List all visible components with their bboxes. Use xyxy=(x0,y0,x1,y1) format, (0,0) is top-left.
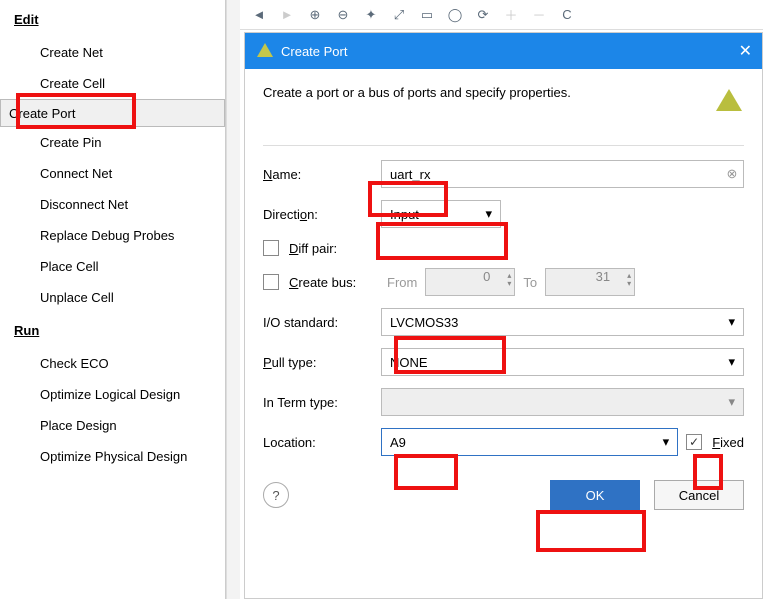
direction-select[interactable]: Input ▾ xyxy=(381,200,501,228)
fixed-checkbox[interactable] xyxy=(686,434,702,450)
fixed-label: Fixed xyxy=(712,435,744,450)
menu-create-net[interactable]: Create Net xyxy=(0,37,225,68)
bus-from-input[interactable]: 0▴▾ xyxy=(425,268,515,296)
chevron-down-icon: ▾ xyxy=(728,314,735,330)
close-icon[interactable]: ✕ xyxy=(739,41,752,61)
io-standard-value: LVCMOS33 xyxy=(390,315,458,330)
location-value: A9 xyxy=(390,435,406,450)
dialog-titlebar[interactable]: Create Port ✕ xyxy=(245,33,762,69)
section-run: Run Check ECO Optimize Logical Design Pl… xyxy=(0,317,225,476)
refresh-icon[interactable]: ⟳ xyxy=(474,6,492,24)
forward-icon[interactable]: ► xyxy=(278,6,296,24)
dialog-description: Create a port or a bus of ports and spec… xyxy=(263,85,571,100)
menu-check-eco[interactable]: Check ECO xyxy=(0,348,225,379)
menu-create-port[interactable]: Create Port xyxy=(0,99,225,127)
menu-place-design[interactable]: Place Design xyxy=(0,410,225,441)
in-term-type-label: In Term type: xyxy=(263,395,381,410)
pull-type-value: NONE xyxy=(390,355,428,370)
select-icon[interactable]: ▭ xyxy=(418,6,436,24)
zoom-in-icon[interactable]: ⊕ xyxy=(306,6,324,24)
create-bus-label: Create bus: xyxy=(289,275,387,290)
chevron-down-icon: ▾ xyxy=(485,206,492,222)
remove-icon[interactable]: － xyxy=(530,6,548,24)
menu-create-cell[interactable]: Create Cell xyxy=(0,68,225,99)
menu-optimize-physical-design[interactable]: Optimize Physical Design xyxy=(0,441,225,472)
diff-pair-label: Diff pair: xyxy=(289,241,337,256)
add-icon[interactable]: ＋ xyxy=(502,6,520,24)
back-icon[interactable]: ◄ xyxy=(250,6,268,24)
sidebar: Edit Create Net Create Cell Create Port … xyxy=(0,0,226,599)
section-header-edit: Edit xyxy=(0,6,225,33)
in-term-type-select[interactable]: ▾ xyxy=(381,388,744,416)
reload-icon[interactable]: C xyxy=(558,6,576,24)
menu-create-pin[interactable]: Create Pin xyxy=(0,127,225,158)
dialog-logo-icon xyxy=(257,43,273,59)
bus-to-input[interactable]: 31▴▾ xyxy=(545,268,635,296)
pull-type-label: Pull type: xyxy=(263,355,381,370)
direction-value: Input xyxy=(390,207,419,222)
chevron-down-icon: ▾ xyxy=(663,434,670,450)
from-label: From xyxy=(387,275,417,290)
clear-name-icon[interactable]: ⊗ xyxy=(721,166,743,182)
menu-replace-debug-probes[interactable]: Replace Debug Probes xyxy=(0,220,225,251)
zoom-out-icon[interactable]: ⊖ xyxy=(334,6,352,24)
create-bus-checkbox[interactable] xyxy=(263,274,279,290)
menu-unplace-cell[interactable]: Unplace Cell xyxy=(0,282,225,313)
sidebar-scrollbar[interactable] xyxy=(226,0,240,599)
section-header-run: Run xyxy=(0,317,225,344)
chevron-down-icon: ▾ xyxy=(728,354,735,370)
main-pane: ◄ ► ⊕ ⊖ ✦ ⤢ ▭ ◯ ⟳ ＋ － C Create Port ✕ Cr… xyxy=(240,0,763,599)
ok-button[interactable]: OK xyxy=(550,480,640,510)
dialog-title-text: Create Port xyxy=(281,44,347,59)
menu-place-cell[interactable]: Place Cell xyxy=(0,251,225,282)
help-button[interactable]: ? xyxy=(263,482,289,508)
menu-disconnect-net[interactable]: Disconnect Net xyxy=(0,189,225,220)
io-standard-select[interactable]: LVCMOS33 ▾ xyxy=(381,308,744,336)
location-label: Location: xyxy=(263,435,381,450)
fit-icon[interactable]: ✦ xyxy=(362,6,380,24)
name-input-wrapper: ⊗ xyxy=(381,160,744,188)
name-label: Name: xyxy=(263,167,381,182)
brand-icon xyxy=(714,85,744,115)
chevron-down-icon: ▾ xyxy=(728,394,735,410)
pull-type-select[interactable]: NONE ▾ xyxy=(381,348,744,376)
menu-optimize-logical-design[interactable]: Optimize Logical Design xyxy=(0,379,225,410)
target-icon[interactable]: ◯ xyxy=(446,6,464,24)
create-port-dialog: Create Port ✕ Create a port or a bus of … xyxy=(244,32,763,599)
location-select[interactable]: A9 ▾ xyxy=(381,428,678,456)
section-edit: Edit Create Net Create Cell Create Port … xyxy=(0,6,225,317)
diff-pair-checkbox[interactable] xyxy=(263,240,279,256)
menu-connect-net[interactable]: Connect Net xyxy=(0,158,225,189)
direction-label: Direction: xyxy=(263,207,381,222)
toolbar: ◄ ► ⊕ ⊖ ✦ ⤢ ▭ ◯ ⟳ ＋ － C xyxy=(240,0,763,30)
io-standard-label: I/O standard: xyxy=(263,315,381,330)
cancel-button[interactable]: Cancel xyxy=(654,480,744,510)
name-input[interactable] xyxy=(382,161,721,187)
to-label: To xyxy=(523,275,537,290)
expand-icon[interactable]: ⤢ xyxy=(390,6,408,24)
